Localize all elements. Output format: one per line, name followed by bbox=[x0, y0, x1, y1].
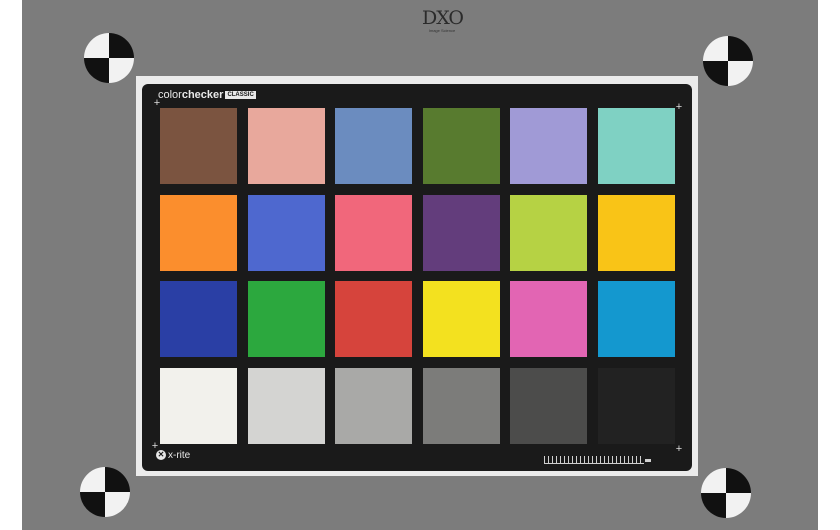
dxo-logo-mark: DXO bbox=[422, 7, 464, 29]
scale-ruler-end bbox=[645, 459, 651, 462]
registration-target-top-left bbox=[84, 33, 134, 83]
corner-mark-icon: + bbox=[153, 97, 161, 109]
color-patch-orange bbox=[160, 195, 237, 271]
brand-bold: checker bbox=[181, 89, 224, 101]
registration-target-top-right bbox=[703, 36, 753, 86]
color-patch-light-skin bbox=[248, 108, 325, 184]
corner-mark-icon: + bbox=[675, 101, 683, 113]
xrite-label: x-rite bbox=[168, 450, 191, 461]
color-patch-purplish-blue bbox=[248, 195, 325, 271]
color-patch-bluish-green bbox=[598, 108, 675, 184]
registration-target-bottom-right bbox=[701, 468, 751, 518]
colorchecker-card: colorchecker CLASSIC + + + + ✕ x-rite bbox=[142, 84, 692, 471]
corner-mark-icon: + bbox=[675, 443, 683, 455]
xrite-icon: ✕ bbox=[156, 450, 166, 461]
xrite-logo: ✕ x-rite bbox=[156, 450, 190, 462]
color-patch-blue-sky bbox=[335, 108, 412, 184]
color-patch-blue-flower bbox=[510, 108, 587, 184]
color-patch-white bbox=[160, 368, 237, 444]
colorchecker-brand: colorchecker CLASSIC bbox=[158, 88, 256, 102]
color-patch-dark-skin bbox=[160, 108, 237, 184]
color-patch-cyan bbox=[598, 281, 675, 357]
color-patch-neutral-8 bbox=[248, 368, 325, 444]
color-patch-yellow-green bbox=[510, 195, 587, 271]
color-patch-neutral-6-5 bbox=[335, 368, 412, 444]
color-patch-neutral-5 bbox=[423, 368, 500, 444]
color-patch-foliage bbox=[423, 108, 500, 184]
color-patch-purple bbox=[423, 195, 500, 271]
dxo-logo: DXO Image Science bbox=[422, 7, 464, 36]
scale-ruler bbox=[544, 456, 644, 464]
color-patch-moderate-red bbox=[335, 195, 412, 271]
color-patch-neutral-3-5 bbox=[510, 368, 587, 444]
color-patch-blue bbox=[160, 281, 237, 357]
registration-target-bottom-left bbox=[80, 467, 130, 517]
color-patch-yellow bbox=[423, 281, 500, 357]
color-patch-green bbox=[248, 281, 325, 357]
color-patch-black bbox=[598, 368, 675, 444]
brand-tag: CLASSIC bbox=[225, 91, 256, 100]
color-patch-red bbox=[335, 281, 412, 357]
color-patch-magenta bbox=[510, 281, 587, 357]
color-patch-orange-yellow bbox=[598, 195, 675, 271]
